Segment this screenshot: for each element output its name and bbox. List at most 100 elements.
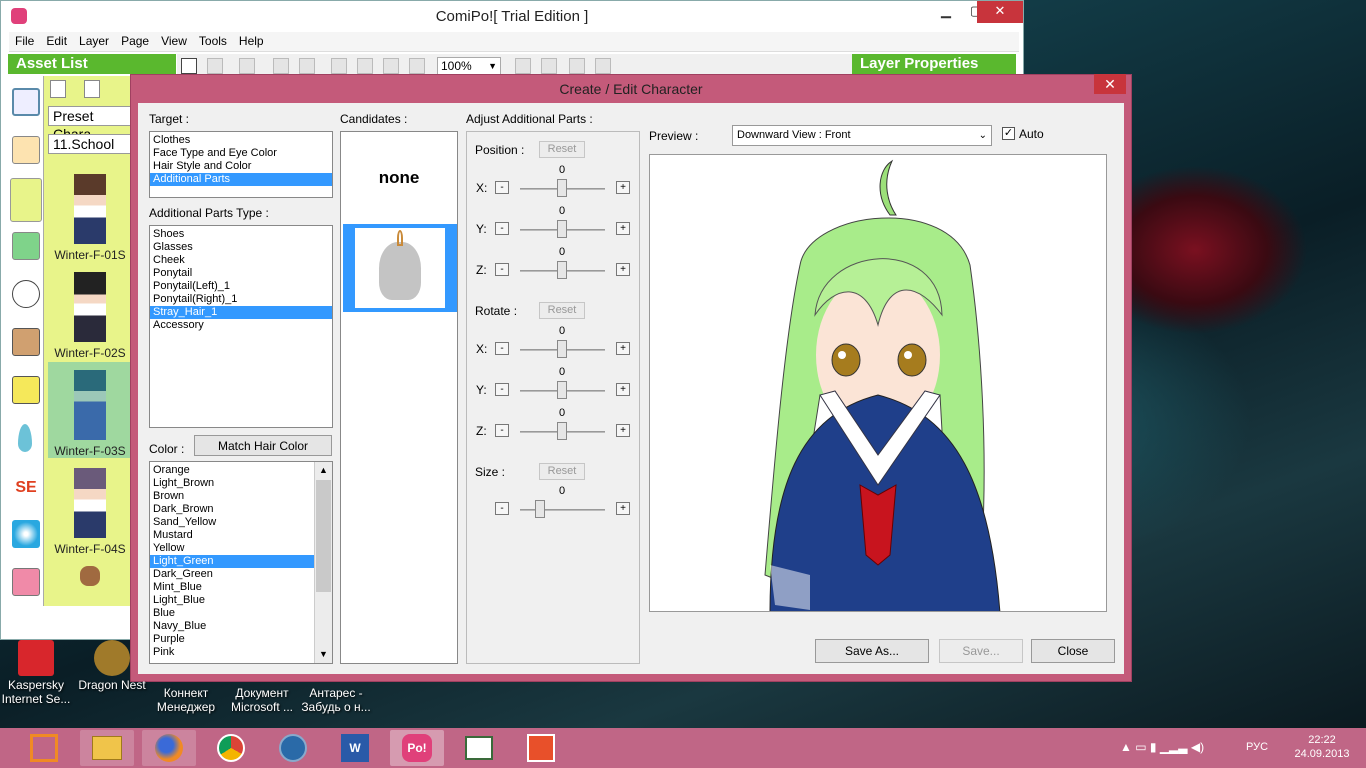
desktop-icon-antares[interactable]: Антарес - Забудь о н... [296, 686, 376, 714]
rotate-slider-thumb[interactable] [557, 381, 567, 399]
size-slider-thumb[interactable] [535, 500, 545, 518]
zoom-in-icon[interactable] [515, 58, 531, 74]
list-item[interactable]: Purple [150, 633, 332, 646]
view-select[interactable]: Downward View : Front ⌄ [732, 125, 992, 146]
list-item[interactable]: Navy_Blue [150, 620, 332, 633]
image-icon[interactable] [12, 376, 40, 404]
character-preview[interactable] [649, 154, 1107, 612]
zoom-select[interactable]: 100% ▼ [437, 57, 501, 75]
scrollbar-thumb[interactable] [316, 480, 331, 592]
user-asset-icon[interactable] [12, 568, 40, 596]
fit-page-icon[interactable] [569, 58, 585, 74]
save-icon[interactable] [207, 58, 223, 74]
list-item[interactable]: Yellow [150, 542, 332, 555]
position-slider-thumb[interactable] [557, 261, 567, 279]
list-item[interactable]: Light_Green [150, 555, 314, 568]
list-item[interactable]: Sand_Yellow [150, 516, 332, 529]
rotate-slider-thumb[interactable] [557, 422, 567, 440]
cut-icon[interactable] [331, 58, 347, 74]
menu-page[interactable]: Page [115, 32, 155, 50]
color-list[interactable]: Orange Light_Brown Brown Dark_Brown Sand… [149, 461, 333, 664]
chrome-icon[interactable] [204, 730, 258, 766]
list-item[interactable]: Hair Style and Color [150, 160, 332, 173]
list-item[interactable]: Ponytail [150, 267, 332, 280]
rotate-plus-button[interactable]: + [616, 383, 630, 396]
list-item[interactable]: Ponytail(Right)_1 [150, 293, 332, 306]
person-add-icon[interactable] [84, 80, 100, 98]
list-item[interactable]: Pink [150, 646, 332, 659]
save-as-button[interactable]: Save As... [815, 639, 929, 663]
rotate-plus-button[interactable]: + [616, 424, 630, 437]
rotate-slider-thumb[interactable] [557, 340, 567, 358]
zoom-out-icon[interactable] [541, 58, 557, 74]
position-plus-button[interactable]: + [616, 222, 630, 235]
list-item[interactable]: Accessory [150, 319, 332, 332]
language-indicator[interactable]: РУС [1246, 741, 1268, 753]
close-button[interactable]: Close [1031, 639, 1115, 663]
list-item[interactable]: Mustard [150, 529, 332, 542]
delete-icon[interactable] [409, 58, 425, 74]
list-item[interactable]: Shoes [150, 228, 332, 241]
list-item[interactable]: Dark_Brown [150, 503, 332, 516]
list-item[interactable]: Glasses [150, 241, 332, 254]
paste-icon[interactable] [383, 58, 399, 74]
list-item[interactable]: Clothes [150, 134, 332, 147]
chevron-down-icon[interactable]: ▼ [315, 646, 332, 662]
word-icon[interactable]: W [328, 730, 382, 766]
presentation-app-icon[interactable] [514, 730, 568, 766]
candidate-selected[interactable] [343, 224, 457, 312]
desktop-icon-dragon-nest[interactable]: Dragon Nest [72, 640, 152, 692]
rotate-minus-button[interactable]: - [495, 424, 509, 437]
person-icon[interactable] [50, 80, 66, 98]
desktop-icon-document[interactable]: Документ Microsoft ... [222, 686, 302, 714]
speech-bubble-icon[interactable] [12, 280, 40, 308]
menu-view[interactable]: View [155, 32, 193, 50]
rotate-reset-button[interactable]: Reset [539, 302, 585, 319]
undo-icon[interactable] [273, 58, 289, 74]
menu-layer[interactable]: Layer [73, 32, 115, 50]
menu-tools[interactable]: Tools [193, 32, 233, 50]
clock[interactable]: 22:22 24.09.2013 [1290, 734, 1354, 760]
comipo-taskbar-icon[interactable]: Po! [390, 730, 444, 766]
close-window-button[interactable]: ✕ [977, 1, 1023, 23]
list-item[interactable]: Additional Parts [150, 173, 332, 186]
position-minus-button[interactable]: - [495, 181, 509, 194]
parts-type-list[interactable]: Shoes Glasses Cheek Ponytail Ponytail(Le… [149, 225, 333, 428]
burst-effect-icon[interactable] [12, 520, 40, 548]
position-slider-thumb[interactable] [557, 179, 567, 197]
menu-help[interactable]: Help [233, 32, 270, 50]
chevron-up-icon[interactable]: ▲ [315, 462, 332, 478]
print-icon[interactable] [181, 58, 197, 74]
network-app-icon[interactable] [266, 730, 320, 766]
rotate-minus-button[interactable]: - [495, 383, 509, 396]
match-hair-color-button[interactable]: Match Hair Color [194, 435, 332, 456]
asset-item[interactable]: Winter-F-04S [48, 460, 132, 556]
size-reset-button[interactable]: Reset [539, 463, 585, 480]
list-item[interactable]: Light_Brown [150, 477, 332, 490]
export-icon[interactable] [239, 58, 255, 74]
redo-icon[interactable] [299, 58, 315, 74]
list-item[interactable]: Face Type and Eye Color [150, 147, 332, 160]
list-item[interactable]: Cheek [150, 254, 332, 267]
start-menu-icon[interactable] [16, 730, 72, 766]
object-3d-icon[interactable] [12, 232, 40, 260]
position-minus-button[interactable]: - [495, 263, 509, 276]
position-slider-thumb[interactable] [557, 220, 567, 238]
category-dropdown[interactable]: 11.School [48, 134, 132, 154]
list-item[interactable]: Blue [150, 607, 332, 620]
list-item[interactable]: Light_Blue [150, 594, 332, 607]
asset-item[interactable]: Winter-F-03S [48, 362, 132, 458]
asset-item[interactable]: Winter-F-01S [48, 166, 132, 262]
minimize-button[interactable]: ▁ [931, 1, 961, 23]
comment-icon[interactable] [12, 136, 40, 164]
save-button[interactable]: Save... [939, 639, 1023, 663]
sound-effect-icon[interactable]: SE [12, 474, 40, 502]
list-item[interactable]: Dark_Green [150, 568, 332, 581]
effect-drop-icon[interactable] [18, 424, 32, 452]
desktop-icon-kaspersky[interactable]: Kaspersky Internet Se... [0, 640, 76, 706]
dialog-close-icon[interactable]: ✕ [1094, 74, 1126, 94]
menu-file[interactable]: File [9, 32, 40, 50]
file-explorer-icon[interactable] [80, 730, 134, 766]
window-app-icon[interactable] [452, 730, 506, 766]
list-item[interactable]: Orange [150, 464, 332, 477]
